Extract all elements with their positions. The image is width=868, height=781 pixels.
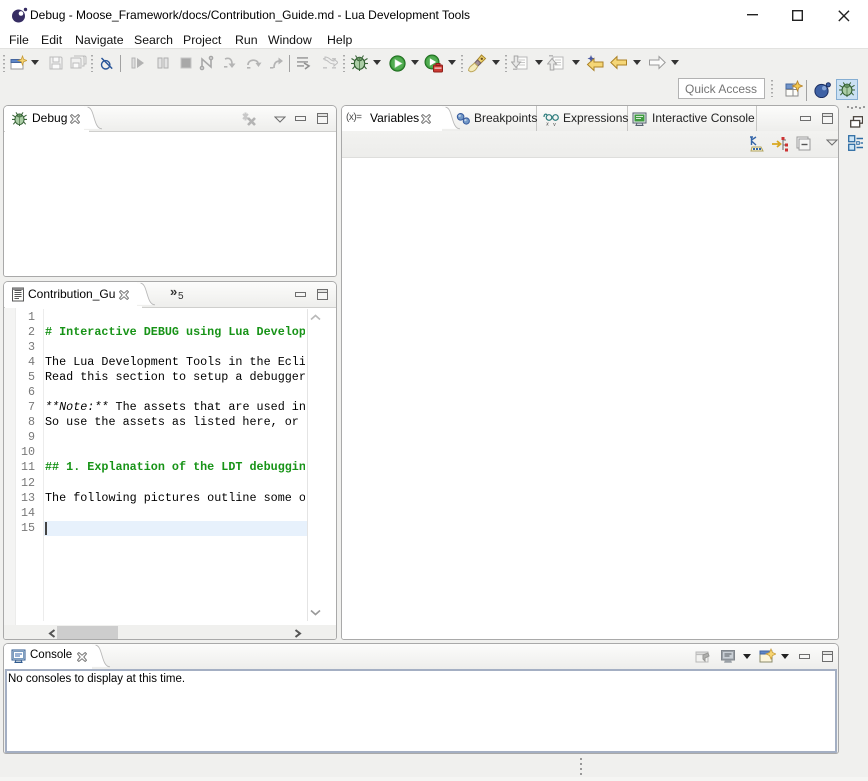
- svg-text:x: x: [545, 121, 549, 127]
- svg-text:y: y: [552, 121, 556, 126]
